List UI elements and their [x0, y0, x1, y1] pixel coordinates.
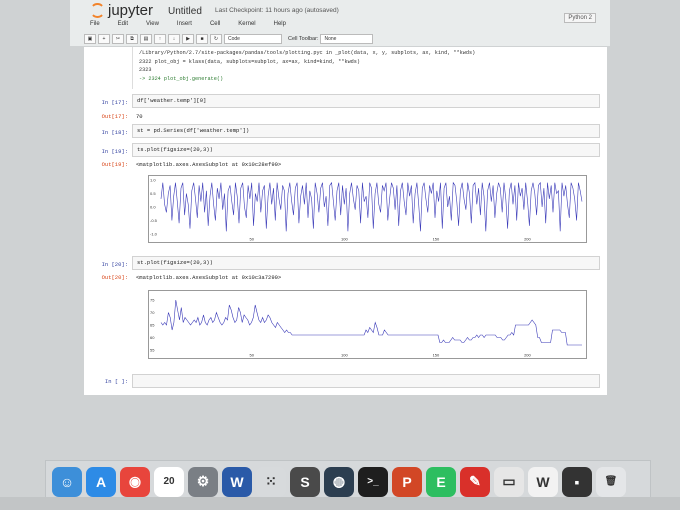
run-icon[interactable]: ▶: [182, 34, 194, 44]
terminal-icon[interactable]: >_: [358, 466, 388, 497]
menu-kernel[interactable]: Kernel: [238, 21, 255, 27]
empty-code-cell[interactable]: [132, 374, 600, 388]
jupyter-logo[interactable]: jupyter: [90, 2, 153, 19]
cell-type-select[interactable]: Code: [224, 34, 282, 44]
cell-prompt: In [17]:: [101, 99, 128, 106]
series-line: [160, 299, 582, 346]
copy-icon[interactable]: ⧉: [126, 34, 138, 44]
cut-icon[interactable]: ✂: [112, 34, 124, 44]
y-tick-label: 0.5: [150, 191, 156, 196]
word-icon[interactable]: W: [222, 466, 252, 497]
cell-toolbar-label: Cell Toolbar:: [288, 36, 319, 42]
plot-1-svg: 1.0 0.5 0.0 -0.5 -1.0 50 100 150 200: [150, 178, 583, 242]
cell-prompt: In [20]:: [101, 261, 128, 268]
messages-icon[interactable]: ◍: [324, 466, 354, 497]
toolbar: ▣ + ✂ ⧉ ▤ ↑ ↓ ▶ ■ ↻ Code Cell Toolbar: N…: [84, 34, 374, 44]
code-cell[interactable]: st = pd.Series(df['weather.temp']): [132, 124, 600, 138]
menu-edit[interactable]: Edit: [118, 21, 128, 27]
evernote-icon[interactable]: E: [426, 466, 456, 497]
code-cell[interactable]: st.plot(figsize=(20,3)): [132, 256, 600, 270]
y-tick-label: -0.5: [150, 218, 158, 223]
plot-1-frame: 1.0 0.5 0.0 -0.5 -1.0 50 100 150 200: [148, 175, 587, 243]
x-tick-label: 150: [433, 237, 440, 242]
output-text: <matplotlib.axes.AxesSubplot at 0x10c28e…: [136, 161, 282, 168]
x-tick-label: 200: [524, 353, 531, 358]
finder-icon[interactable]: ☺: [52, 466, 82, 497]
code-cell[interactable]: ts.plot(figsize=(20,3)): [132, 143, 600, 157]
cell-toolbar-select[interactable]: None: [320, 34, 374, 44]
notebook-title[interactable]: Untitled: [168, 6, 202, 17]
menu-cell[interactable]: Cell: [210, 21, 220, 27]
y-tick-label: 65: [150, 323, 155, 328]
output-prompt: Out[20]:: [101, 274, 128, 281]
desk-edge: [0, 497, 680, 510]
y-tick-label: 1.0: [150, 178, 156, 183]
output-prompt: Out[19]:: [101, 161, 128, 168]
app-store-icon[interactable]: A: [86, 466, 116, 497]
cell-prompt: In [18]:: [101, 129, 128, 136]
menu-file[interactable]: File: [90, 21, 100, 27]
y-tick-label: 0.0: [150, 205, 156, 210]
y-tick-label: -1.0: [150, 232, 158, 237]
output-text: 70: [136, 113, 143, 120]
restart-icon[interactable]: ↻: [210, 34, 222, 44]
checkpoint-status: Last Checkpoint: 11 hours ago (autosaved…: [215, 7, 339, 14]
menu-insert[interactable]: Insert: [177, 21, 192, 27]
y-tick-label: 60: [150, 335, 155, 340]
sublime-text-icon[interactable]: S: [290, 466, 320, 497]
x-tick-label: 150: [433, 353, 440, 358]
x-tick-label: 100: [341, 237, 348, 242]
kernel-indicator: Python 2: [564, 13, 596, 23]
move-down-icon[interactable]: ↓: [168, 34, 180, 44]
y-tick-label: 70: [150, 310, 155, 315]
series-line: [160, 181, 583, 232]
cell-prompt: In [ ]:: [104, 378, 128, 385]
trash-icon[interactable]: 🗑: [596, 466, 626, 497]
output-prompt: Out[17]:: [101, 113, 128, 120]
traceback-output: /Library/Python/2.7/site-packages/pandas…: [132, 47, 590, 89]
macos-dock: ☺ A ◉ 20 ⚙ W ⁙ S ◍ >_ P E ✎ ▭ W ▪ 🗑: [45, 460, 651, 502]
y-tick-label: 75: [150, 298, 155, 303]
x-tick-label: 100: [341, 353, 348, 358]
x-tick-label: 50: [250, 353, 255, 358]
menu-help[interactable]: Help: [274, 21, 286, 27]
notebook-container: /Library/Python/2.7/site-packages/pandas…: [84, 47, 607, 395]
plot-2-svg: 75 70 65 60 55 50 100 150 200: [150, 298, 582, 358]
stop-icon[interactable]: ■: [196, 34, 208, 44]
cell-prompt: In [19]:: [101, 148, 128, 155]
code-cell[interactable]: df['weather.temp'][0]: [132, 94, 600, 108]
x-tick-label: 50: [250, 237, 255, 242]
output-text: <matplotlib.axes.AxesSubplot at 0x10c3a7…: [136, 274, 282, 281]
paste-icon[interactable]: ▤: [140, 34, 152, 44]
system-preferences-icon[interactable]: ⚙: [188, 466, 218, 497]
chrome-icon[interactable]: ◉: [120, 466, 150, 497]
jupyter-ring-icon: [90, 3, 105, 18]
y-tick-label: 55: [150, 348, 155, 353]
powerpoint-icon[interactable]: P: [392, 466, 422, 497]
plot-2-frame: 75 70 65 60 55 50 100 150 200: [148, 290, 587, 359]
window-thumbnail-icon[interactable]: ▭: [494, 466, 524, 497]
menu-view[interactable]: View: [146, 21, 159, 27]
x-tick-label: 200: [524, 237, 531, 242]
move-up-icon[interactable]: ↑: [154, 34, 166, 44]
add-cell-icon[interactable]: +: [98, 34, 110, 44]
notebook-header: jupyter Untitled Last Checkpoint: 11 hou…: [70, 0, 610, 46]
terminal-mini-icon[interactable]: ▪: [562, 466, 592, 497]
slack-pen-icon[interactable]: ✎: [460, 466, 490, 497]
save-icon[interactable]: ▣: [84, 34, 96, 44]
calendar-icon[interactable]: 20: [154, 466, 184, 497]
word-document-icon[interactable]: W: [528, 466, 558, 497]
menu-bar: File Edit View Insert Cell Kernel Help: [90, 21, 286, 27]
launchpad-grid-icon[interactable]: ⁙: [256, 466, 286, 497]
